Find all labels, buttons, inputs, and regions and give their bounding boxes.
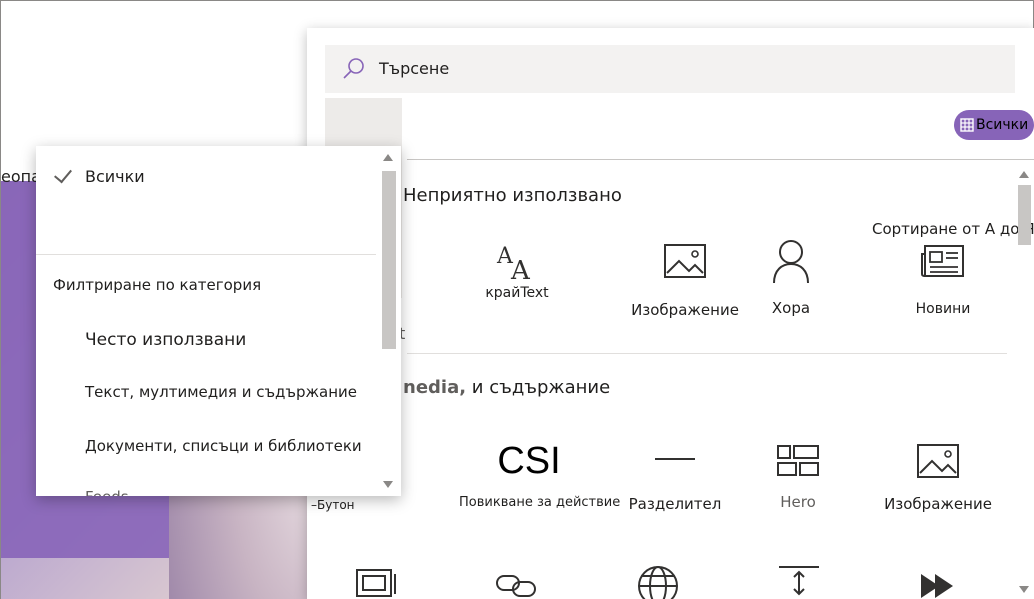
- divider-icon: [655, 458, 695, 460]
- section-divider: [407, 353, 1007, 354]
- section-media-title: nedia, и съдържание: [403, 377, 610, 398]
- image-gallery-icon[interactable]: [355, 566, 399, 599]
- tile-people[interactable]: Хора: [721, 231, 861, 317]
- tile-divider-label: Разделител: [628, 495, 722, 513]
- checkmark-icon: [54, 164, 72, 184]
- tile-hero[interactable]: Hero: [728, 431, 868, 511]
- tile-text-label: крайText: [485, 285, 549, 301]
- view-all-label: Всички: [976, 117, 1029, 133]
- view-all-toggle[interactable]: Всички: [954, 110, 1034, 140]
- image-icon: [664, 244, 706, 278]
- header-divider: [407, 159, 1034, 160]
- tile-news[interactable]: Новини: [873, 231, 1013, 317]
- filter-heading: Филтриране по категория: [53, 276, 262, 294]
- filter-scroll-thumb[interactable]: [382, 171, 396, 349]
- section-frequent-title: Неприятно използвано: [403, 185, 622, 206]
- search-icon: [343, 58, 364, 79]
- section-media-title-partial: nedia,: [403, 377, 467, 398]
- filter-dropdown: Всички Филтриране по категория Често изп…: [36, 146, 401, 496]
- link-icon[interactable]: [495, 568, 539, 599]
- hero-icon: [777, 445, 819, 476]
- svg-text:A: A: [510, 256, 531, 281]
- filter-option-documents[interactable]: Документи, списъци и библиотеки: [85, 437, 362, 455]
- filter-scrollbar[interactable]: [375, 146, 401, 496]
- image-icon: [917, 444, 959, 478]
- csi-icon: CSI: [497, 439, 561, 482]
- scroll-down-arrow[interactable]: [1019, 586, 1029, 593]
- stream-icon[interactable]: [917, 568, 961, 599]
- tile-call-to-action[interactable]: CSI Повикване за действие: [459, 431, 621, 511]
- tile-image-2[interactable]: Изображение: [868, 431, 1008, 513]
- tile-text[interactable]: A A крайText: [447, 231, 587, 301]
- search-box[interactable]: Търсене: [325, 45, 1015, 93]
- filter-option-feeds[interactable]: Feeds: [85, 488, 129, 496]
- filter-option-text-media[interactable]: Текст, мултимедия и съдържание: [85, 383, 357, 401]
- grid-icon: [960, 118, 974, 132]
- tile-image-2-label: Изображение: [884, 495, 992, 513]
- text-icon: A A: [496, 244, 531, 281]
- tile-hero-label: Hero: [780, 493, 816, 511]
- scroll-thumb[interactable]: [1018, 185, 1031, 245]
- filter-scroll-down[interactable]: [383, 481, 393, 488]
- section-media-title-rest: и съдържание: [471, 377, 611, 398]
- filter-separator: [36, 254, 376, 255]
- scroll-up-arrow[interactable]: [1019, 171, 1029, 178]
- news-icon: [921, 245, 964, 277]
- tile-call-to-action-label: Повикване за действие: [459, 495, 621, 510]
- tile-people-label: Хора: [771, 299, 811, 317]
- toolbox-scrollbar[interactable]: [1013, 165, 1034, 599]
- globe-icon[interactable]: [636, 564, 680, 599]
- filter-option-all[interactable]: Всички: [85, 167, 145, 186]
- toolbox-panel: Търсене Всички Неприятно използвано Сорт…: [307, 28, 1034, 599]
- tile-news-label: Новини: [915, 301, 971, 317]
- button-label: –Бутон: [311, 498, 355, 512]
- filter-option-frequent[interactable]: Често използвани: [85, 330, 246, 350]
- search-input[interactable]: Търсене: [379, 59, 449, 78]
- spacer-icon[interactable]: [777, 564, 821, 599]
- people-icon: [773, 240, 809, 284]
- filter-scroll-up[interactable]: [383, 154, 393, 161]
- tile-divider[interactable]: Разделител: [605, 431, 745, 513]
